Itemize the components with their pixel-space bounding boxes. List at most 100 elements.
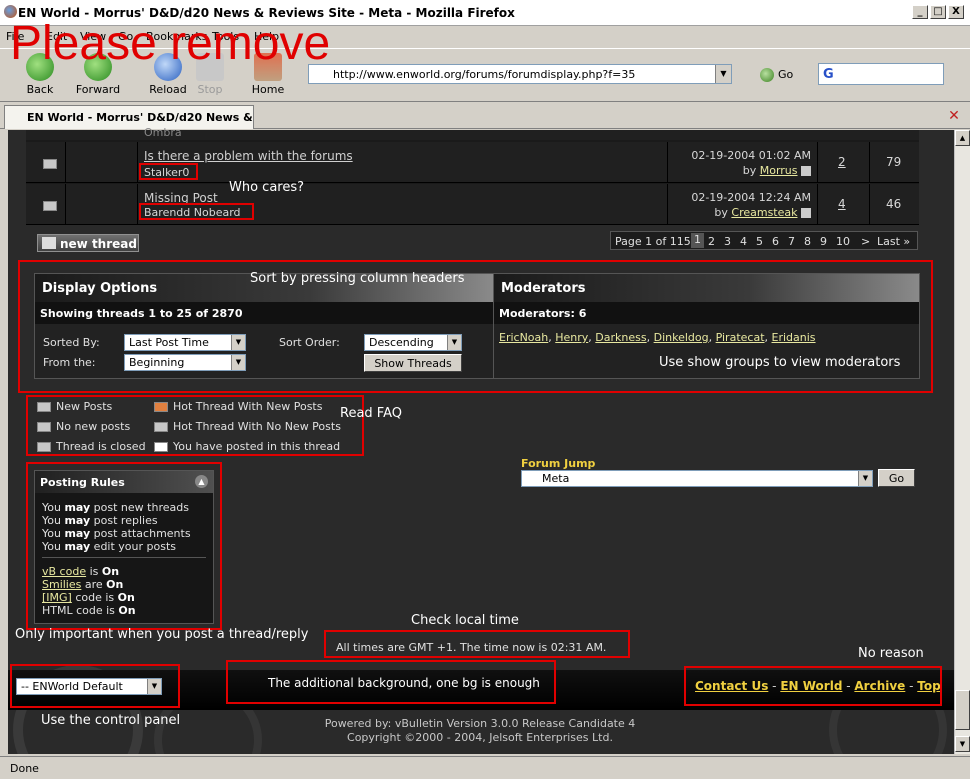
moderator-link[interactable]: Dinkeldog [654, 331, 709, 344]
time-notice: All times are GMT +1. The time now is 02… [336, 641, 607, 654]
smilies-link[interactable]: Smilies [42, 578, 81, 591]
icon-legend: New Posts No new posts Thread is closed … [34, 398, 364, 454]
thread-title-link[interactable]: Missing Post [144, 191, 218, 205]
moderator-link[interactable]: Eridanis [772, 331, 816, 344]
page-info: Page 1 of 115 [615, 235, 691, 248]
img-code-link[interactable]: [IMG] [42, 591, 72, 604]
table-row-partial: Ombra [26, 126, 919, 140]
table-row: Is there a problem with the forums Stalk… [26, 142, 919, 183]
annotation-show-groups: Use show groups to view moderators [659, 355, 901, 370]
posted-thread-icon [154, 442, 168, 452]
new-posts-icon [37, 402, 51, 412]
closed-thread-icon [37, 442, 51, 452]
page-link[interactable]: 2 [708, 235, 715, 248]
vb-code-link[interactable]: vB code [42, 565, 86, 578]
annotation-check-time: Check local time [411, 613, 519, 628]
table-row: Missing Post Barendd Nobeard 02-19-2004 … [26, 184, 919, 225]
annotation-who-cares: Who cares? [229, 180, 305, 195]
status-bar: Done [0, 756, 970, 779]
moderator-list: EricNoah, Henry, Darkness, Dinkeldog, Pi… [499, 331, 816, 344]
last-poster-link[interactable]: Morrus [760, 164, 798, 177]
chevron-down-icon: ▼ [231, 355, 245, 370]
url-text: http://www.enworld.org/forums/forumdispl… [333, 68, 636, 81]
go-to-last-post-icon[interactable] [801, 166, 811, 176]
page-link[interactable]: 5 [756, 235, 763, 248]
sorted-by-select[interactable]: Last Post Time ▼ [124, 334, 246, 351]
thread-starter[interactable]: Stalker0 [144, 166, 189, 179]
copyright: Copyright ©2000 - 2004, Jelsoft Enterpri… [347, 731, 613, 744]
annotation-no-reason: No reason [858, 646, 924, 661]
go-to-last-post-icon[interactable] [801, 208, 811, 218]
thread-starter[interactable]: Barendd Nobeard [144, 206, 241, 219]
page-scrollbar[interactable]: ▲ ▼ [954, 130, 970, 754]
go-icon [760, 68, 774, 82]
page-link[interactable]: 8 [804, 235, 811, 248]
page-link[interactable]: 7 [788, 235, 795, 248]
from-label: From the: [43, 356, 96, 369]
annotation-control-panel: Use the control panel [41, 713, 181, 728]
forum-jump-go-button[interactable]: Go [878, 469, 915, 487]
next-page-link[interactable]: > [861, 235, 870, 248]
moderator-link[interactable]: Piratecat [716, 331, 765, 344]
moderator-link[interactable]: Darkness [595, 331, 646, 344]
thread-title-link[interactable]: Is there a problem with the forums [144, 149, 353, 163]
url-dropdown-icon[interactable]: ▼ [715, 65, 731, 83]
show-threads-button[interactable]: Show Threads [364, 354, 462, 372]
scroll-up-icon[interactable]: ▲ [955, 130, 970, 146]
page-link[interactable]: 4 [740, 235, 747, 248]
go-button[interactable]: Go [756, 64, 796, 84]
sort-order-select[interactable]: Descending ▼ [364, 334, 462, 351]
chevron-down-icon: ▼ [147, 679, 161, 694]
page-link[interactable]: 3 [724, 235, 731, 248]
close-window-button[interactable]: X [948, 5, 964, 19]
last-post-time: 01:02 AM [758, 149, 811, 162]
page-link-current: 1 [691, 233, 704, 248]
close-tab-icon[interactable]: ✕ [946, 109, 962, 123]
moderators-header: Moderators [493, 274, 919, 302]
style-select[interactable]: -- ENWorld Default ▼ [16, 678, 162, 695]
forum-jump-select[interactable]: Meta ▼ [521, 470, 873, 487]
hot-thread-icon [154, 422, 168, 432]
new-thread-button[interactable]: new thread [37, 234, 139, 252]
new-thread-icon [42, 237, 56, 249]
last-post-time: 12:24 AM [758, 191, 811, 204]
moderator-link[interactable]: Henry [555, 331, 588, 344]
scroll-thumb[interactable] [955, 690, 970, 730]
top-link[interactable]: Top [917, 679, 940, 693]
maximize-button[interactable]: □ [930, 5, 946, 19]
url-bar[interactable]: http://www.enworld.org/forums/forumdispl… [308, 64, 732, 84]
minimize-button[interactable]: _ [912, 5, 928, 19]
views-count: 46 [886, 197, 902, 211]
scroll-down-icon[interactable]: ▼ [955, 736, 970, 752]
hot-thread-new-icon [154, 402, 168, 412]
contact-us-link[interactable]: Contact Us [695, 679, 768, 693]
annotation-additional-bg: The additional background, one bg is eno… [268, 676, 540, 690]
enworld-link[interactable]: EN World [780, 679, 842, 693]
posting-rules-header: Posting Rules [35, 471, 213, 493]
last-poster-link[interactable]: Creamsteak [731, 206, 797, 219]
google-logo-icon: G [823, 67, 834, 82]
pagination: Page 1 of 115 1 2 3 4 5 6 7 8 9 10 > Las… [610, 231, 918, 250]
chevron-down-icon: ▼ [231, 335, 245, 350]
replies-link[interactable]: 2 [838, 155, 846, 169]
page-link[interactable]: 9 [820, 235, 827, 248]
tab-enworld[interactable]: EN World - Morrus' D&D/d20 News & ... [4, 105, 254, 129]
sort-order-label: Sort Order: [279, 336, 340, 349]
archive-link[interactable]: Archive [854, 679, 905, 693]
showing-threads: Showing threads 1 to 25 of 2870 [35, 302, 493, 324]
from-select[interactable]: Beginning ▼ [124, 354, 246, 371]
last-post-date: 02-19-2004 [691, 191, 756, 204]
page-link[interactable]: 10 [836, 235, 850, 248]
forum-jump-label: Forum Jump [521, 457, 596, 470]
last-page-link[interactable]: Last » [877, 235, 910, 248]
moderator-link[interactable]: EricNoah [499, 331, 548, 344]
page-link[interactable]: 6 [772, 235, 779, 248]
no-new-posts-icon [43, 201, 57, 211]
search-input[interactable]: G [818, 63, 944, 85]
no-new-posts-icon [37, 422, 51, 432]
collapse-icon[interactable]: ▲ [195, 475, 208, 488]
no-new-posts-icon [43, 159, 57, 169]
powered-by: Powered by: vBulletin Version 3.0.0 Rele… [324, 717, 636, 730]
annotation-read-faq: Read FAQ [340, 406, 402, 421]
replies-link[interactable]: 4 [838, 197, 846, 211]
